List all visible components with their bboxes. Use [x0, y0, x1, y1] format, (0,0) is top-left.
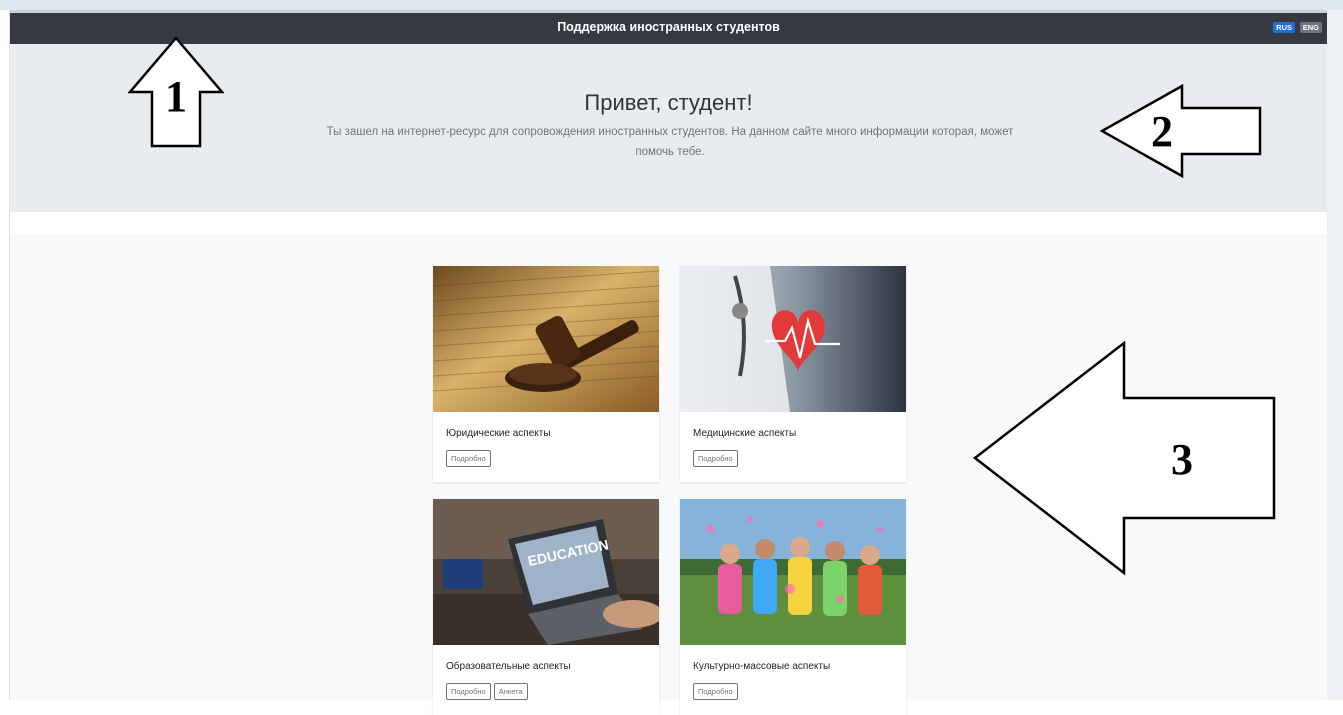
jumbotron-text: Ты зашел на интернет-ресурс для сопровож…	[326, 126, 1014, 158]
annotation-label-2: 2	[1151, 107, 1173, 156]
card-education-survey-button[interactable]: Анкета	[493, 683, 528, 700]
card-medical: Медицинские аспекты Подробно	[680, 266, 906, 482]
card-legal-image	[433, 266, 659, 412]
lang-rus-button[interactable]: RUS	[1273, 22, 1295, 33]
lang-eng-button[interactable]: ENG	[1299, 22, 1322, 33]
annotation-arrow-3: 3	[972, 340, 1276, 576]
page-scrollbar-area[interactable]	[1327, 10, 1343, 700]
card-legal: Юридические аспекты Подробно	[433, 266, 659, 482]
card-cultural-image	[680, 499, 906, 645]
annotation-arrow-2: 2	[1100, 84, 1262, 178]
annotation-label-3: 3	[1171, 435, 1193, 484]
page-left-edge	[0, 10, 10, 700]
annotation-arrow-1: 1	[128, 36, 224, 148]
card-legal-title: Юридические аспекты	[446, 428, 551, 439]
card-legal-details-button[interactable]: Подробно	[446, 450, 491, 467]
card-education-title: Образовательные аспекты	[446, 661, 571, 672]
site-title[interactable]: Поддержка иностранных студентов	[10, 20, 1327, 34]
card-education-image: EDUCATION	[433, 499, 659, 645]
annotation-label-1: 1	[165, 72, 187, 121]
card-medical-title: Медицинские аспекты	[693, 428, 797, 439]
card-cultural-title: Культурно-массовые аспекты	[693, 661, 831, 672]
section-gap	[10, 212, 1302, 234]
card-cultural-details-button[interactable]: Подробно	[693, 683, 738, 700]
card-cultural: Культурно-массовые аспекты Подробно	[680, 499, 906, 715]
card-medical-details-button[interactable]: Подробно	[693, 450, 738, 467]
card-medical-image	[680, 266, 906, 412]
card-education: EDUCATION Образовательные аспекты Подроб…	[433, 499, 659, 715]
card-education-details-button[interactable]: Подробно	[446, 683, 491, 700]
browser-top-edge	[0, 0, 1343, 10]
